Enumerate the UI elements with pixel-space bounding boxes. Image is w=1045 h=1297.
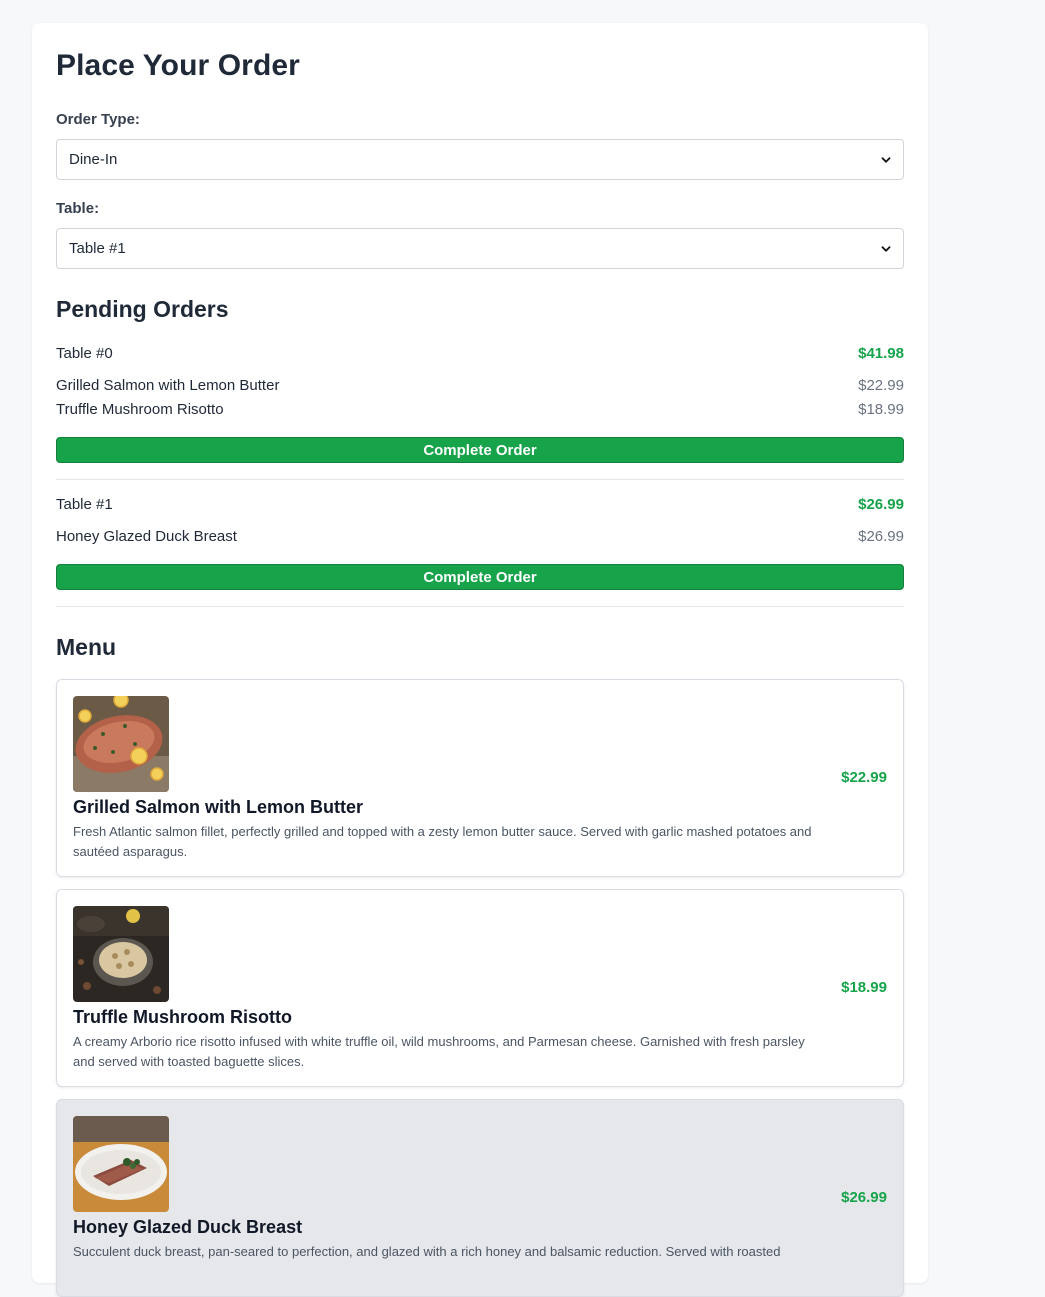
page-title: Place Your Order — [56, 49, 300, 82]
chevron-down-icon — [881, 156, 891, 163]
pending-item-name: Truffle Mushroom Risotto — [56, 401, 224, 418]
menu-item-price: $22.99 — [841, 769, 887, 786]
menu-item-name: Truffle Mushroom Risotto — [73, 1007, 292, 1027]
pending-item-price: $22.99 — [858, 377, 904, 394]
menu-item-description: A creamy Arborio rice risotto infused wi… — [73, 1034, 805, 1069]
menu-item-price: $18.99 — [841, 979, 887, 996]
menu-item-card[interactable]: Grilled Salmon with Lemon Butter Fresh A… — [56, 679, 904, 877]
menu-item-name: Grilled Salmon with Lemon Butter — [73, 797, 364, 817]
salmon-photo-icon — [73, 696, 169, 792]
order-type-label: Order Type: — [56, 111, 140, 128]
divider — [56, 606, 904, 607]
table-select-value: Table #1 — [69, 240, 126, 257]
menu-item-price: $26.99 — [841, 1189, 887, 1206]
table-select[interactable]: Table #1 — [56, 228, 904, 269]
pending-order-item: Truffle Mushroom Risotto $18.99 — [56, 401, 904, 418]
complete-order-button[interactable]: Complete Order — [56, 437, 904, 463]
duck-photo-icon — [73, 1116, 169, 1212]
pending-order-total: $41.98 — [858, 345, 904, 362]
menu-heading: Menu — [56, 634, 117, 660]
menu-item-description: Fresh Atlantic salmon fillet, perfectly … — [73, 824, 812, 859]
pending-order-table: Table #1 — [56, 496, 113, 513]
divider — [56, 479, 904, 480]
pending-order-total: $26.99 — [858, 496, 904, 513]
pending-item-price: $26.99 — [858, 528, 904, 545]
complete-order-button[interactable]: Complete Order — [56, 564, 904, 590]
chevron-down-icon — [881, 245, 891, 252]
pending-item-price: $18.99 — [858, 401, 904, 418]
table-label: Table: — [56, 200, 100, 217]
menu-item-name: Honey Glazed Duck Breast — [73, 1217, 303, 1237]
pending-orders-heading: Pending Orders — [56, 296, 229, 322]
risotto-photo-icon — [73, 906, 169, 1002]
pending-order-item: Honey Glazed Duck Breast $26.99 — [56, 528, 904, 545]
menu-item-card[interactable]: Honey Glazed Duck Breast Succulent duck … — [56, 1099, 904, 1297]
pending-order-item: Grilled Salmon with Lemon Butter $22.99 — [56, 377, 904, 394]
order-panel: Place Your Order Order Type: Dine-In Tab… — [32, 23, 928, 1297]
pending-item-name: Honey Glazed Duck Breast — [56, 528, 237, 545]
menu-item-description: Succulent duck breast, pan-seared to per… — [73, 1244, 781, 1259]
menu-item-card[interactable]: Truffle Mushroom Risotto A creamy Arbori… — [56, 889, 904, 1087]
pending-order-header: Table #1 $26.99 — [56, 496, 904, 513]
order-type-select[interactable]: Dine-In — [56, 139, 904, 180]
pending-order-table: Table #0 — [56, 345, 113, 362]
pending-order-header: Table #0 $41.98 — [56, 345, 904, 362]
order-type-value: Dine-In — [69, 151, 118, 168]
pending-item-name: Grilled Salmon with Lemon Butter — [56, 377, 280, 394]
